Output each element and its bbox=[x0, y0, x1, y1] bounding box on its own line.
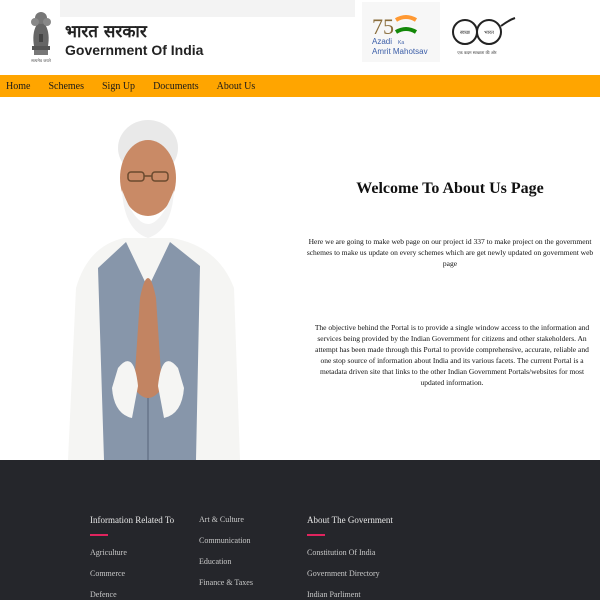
nav-about-us[interactable]: About Us bbox=[211, 81, 256, 92]
swachh-bharat-logo[interactable]: स्वच्छ भारत एक कदम स्वच्छता की ओर bbox=[445, 12, 517, 58]
footer-col-topics: Art & Culture Communication Education Fi… bbox=[199, 515, 253, 599]
emblem-caption: सत्यमेव जयते bbox=[31, 58, 51, 63]
nav-sign-up[interactable]: Sign Up bbox=[96, 81, 135, 92]
footer-link-agriculture[interactable]: Agriculture bbox=[90, 548, 174, 557]
nav-documents[interactable]: Documents bbox=[147, 81, 199, 92]
azadi-ka-amrit-mahotsav-logo[interactable]: 75 Azadi Ka Amrit Mahotsav bbox=[362, 2, 440, 62]
azadi-number: 75 bbox=[372, 14, 394, 39]
footer-link-government-directory[interactable]: Government Directory bbox=[307, 569, 393, 578]
prime-minister-portrait bbox=[68, 120, 240, 460]
main-nav: Home Schemes Sign Up Documents About Us bbox=[0, 75, 600, 97]
footer-link-defence[interactable]: Defence bbox=[90, 590, 174, 599]
intro-paragraph: Here we are going to make web page on ou… bbox=[306, 237, 594, 268]
page-heading: Welcome To About Us Page bbox=[356, 180, 544, 197]
azadi-line1: Azadi bbox=[372, 37, 392, 46]
footer-col-title: About The Government bbox=[307, 515, 393, 525]
site-title-hindi: भारत सरकार bbox=[65, 22, 147, 42]
footer-link-finance-taxes[interactable]: Finance & Taxes bbox=[199, 578, 253, 587]
footer-col-title: Information Related To bbox=[90, 515, 175, 525]
swachh-tagline: एक कदम स्वच्छता की ओर bbox=[457, 50, 497, 55]
footer-title-underline bbox=[90, 534, 108, 536]
azadi-line3: Amrit Mahotsav bbox=[372, 47, 428, 56]
swachh-left-text: स्वच्छ bbox=[460, 30, 471, 36]
footer-link-commerce[interactable]: Commerce bbox=[90, 569, 174, 578]
footer-link-education[interactable]: Education bbox=[199, 557, 253, 566]
footer-title-underline bbox=[307, 534, 325, 536]
footer-link-constitution[interactable]: Constitution Of India bbox=[307, 548, 393, 557]
nav-home[interactable]: Home bbox=[0, 81, 30, 92]
nav-schemes[interactable]: Schemes bbox=[42, 81, 84, 92]
site-footer: Information Related To Agriculture Comme… bbox=[0, 460, 600, 600]
azadi-line2: Ka bbox=[398, 40, 404, 46]
footer-link-communication[interactable]: Communication bbox=[199, 536, 253, 545]
footer-link-art-culture[interactable]: Art & Culture bbox=[199, 515, 253, 524]
national-emblem-icon[interactable]: सत्यमेव जयते bbox=[24, 4, 58, 66]
footer-col-government: About The Government Constitution Of Ind… bbox=[307, 515, 393, 611]
footer-link-indian-parliament[interactable]: Indian Parliment bbox=[307, 590, 393, 599]
footer-col-information: Information Related To Agriculture Comme… bbox=[90, 515, 174, 611]
site-title-english: Government Of India bbox=[65, 42, 204, 58]
site-header: सत्यमेव जयते भारत सरकार Government Of In… bbox=[0, 0, 600, 75]
swachh-right-text: भारत bbox=[484, 30, 494, 36]
objective-paragraph: The objective behind the Portal is to pr… bbox=[314, 323, 590, 387]
header-strip bbox=[60, 0, 355, 17]
